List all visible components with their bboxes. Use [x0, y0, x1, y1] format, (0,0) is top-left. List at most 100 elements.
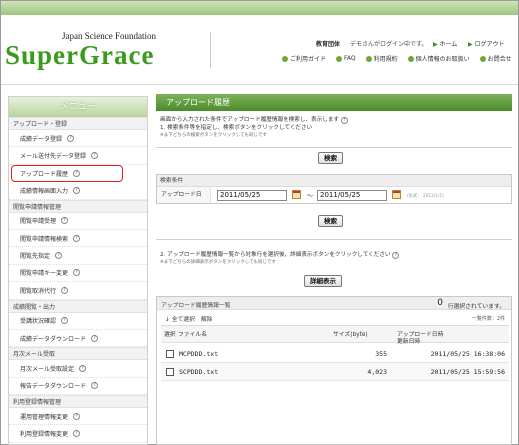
detail-button[interactable]: 詳細表示	[304, 275, 342, 287]
sidebar-item-report-download[interactable]: 報告データダウンロード?	[9, 378, 147, 396]
row-filename: SCPDDD.txt	[179, 368, 219, 376]
row-datetime: 2011/05/25 15:59:56	[430, 368, 505, 376]
col-select: 選択	[164, 332, 176, 338]
instructions-1: 画面から入力された条件でアップロード履歴情報を検索し、表示します ? 1. 検索…	[160, 116, 348, 140]
sidebar-item-request-key-change[interactable]: 閲覧申請キー変更?	[9, 265, 147, 283]
logo[interactable]: SuperGrace	[5, 40, 154, 71]
divider	[156, 147, 512, 148]
menu-title: メニュー	[9, 97, 147, 117]
sidebar-menu: メニュー アップロード・登録 成績データ登録? メール送付先データ登録? アップ…	[8, 96, 148, 445]
sidebar-item-label: 報告データダウンロード	[20, 383, 87, 391]
sidebar-item-mail-register[interactable]: メール送付先データ登録?	[9, 147, 147, 165]
help-icon[interactable]: ?	[392, 252, 400, 259]
sidebar-item-registration-change[interactable]: 利用登録情報変更?	[9, 425, 147, 443]
nav-faq[interactable]: FAQ	[336, 54, 356, 63]
help-icon[interactable]: ?	[91, 152, 99, 160]
section-upload: アップロード・登録	[9, 117, 147, 130]
help-icon[interactable]: ?	[340, 117, 348, 124]
help-icon[interactable]: ?	[73, 269, 81, 277]
nav-contact[interactable]: お問合せ	[479, 54, 512, 63]
sidebar-item-cancel-proxy[interactable]: 閲覧取消代行?	[9, 282, 147, 300]
sidebar-item-attendance[interactable]: 受講状況確認?	[9, 313, 147, 330]
sidebar-item-ops-change[interactable]: 運用管理情報変更?	[9, 408, 147, 426]
help-icon[interactable]: ?	[73, 234, 81, 242]
sidebar-item-viewer-assign[interactable]: 閲覧先指定?	[9, 247, 147, 265]
help-icon[interactable]: ?	[67, 134, 75, 142]
home-link[interactable]: ▶ ホーム	[433, 39, 457, 48]
list-title: アップロード履歴情報一覧	[161, 303, 231, 309]
user-label: 教育団体	[316, 41, 341, 48]
logout-link[interactable]: ▶ ログアウト	[468, 39, 505, 48]
nav-terms[interactable]: 利用規約	[365, 54, 398, 63]
help-icon[interactable]: ?	[61, 286, 69, 294]
section-registration: 利用登録情報管理	[9, 395, 147, 409]
header-divider	[210, 32, 211, 68]
table-header: 選択 ファイル名 サイズ(byte) アップロード日時 更新日時	[161, 325, 509, 345]
table-row[interactable]: SCPDDD.txt 4,023 2011/05/25 15:59:56	[161, 363, 509, 381]
sidebar-item-request-search[interactable]: 閲覧申請情報検索?	[9, 230, 147, 248]
nav-faq-label: FAQ	[344, 55, 356, 62]
upload-date-label: アップロード日	[157, 187, 211, 203]
sidebar-item-label: 閲覧申請受理	[20, 218, 57, 226]
sidebar-item-label: 成績データダウンロード	[20, 335, 87, 343]
down-arrow-icon: ↓	[165, 317, 170, 323]
login-status: デモさんがログイン中です。	[350, 41, 428, 48]
date-format-hint: (形式： 2012/1/1)	[407, 194, 444, 199]
select-all-link[interactable]: ↓ 全て選択	[165, 314, 195, 323]
help-icon[interactable]: ?	[91, 334, 99, 342]
help-icon[interactable]: ?	[73, 186, 81, 194]
sidebar-item-label: 運用管理情報変更	[20, 413, 69, 421]
bullet-icon	[282, 55, 288, 62]
calendar-icon[interactable]	[292, 190, 301, 199]
help-icon[interactable]: ?	[61, 217, 69, 225]
row-datetime: 2011/05/25 16:38:06	[430, 350, 505, 358]
instructions-2: 2. アップロード履歴情報一覧から対象行を選択後、詳細表示ボタンをクリックしてく…	[160, 251, 400, 267]
sidebar-item-request-accept[interactable]: 閲覧申請受理?	[9, 213, 147, 230]
help-icon[interactable]: ?	[55, 252, 63, 260]
help-icon[interactable]: ?	[73, 412, 81, 420]
page-title: アップロード履歴	[156, 94, 512, 111]
help-icon[interactable]: ?	[73, 430, 81, 438]
calendar-icon[interactable]	[392, 190, 401, 199]
bullet-icon	[365, 55, 372, 62]
table-row[interactable]: MCPDDD.txt 355 2011/05/25 16:38:06	[161, 345, 509, 363]
sidebar-item-label: 成績データ登録	[20, 135, 63, 143]
date-to-input[interactable]: 2011/05/25	[317, 190, 387, 201]
selected-count: 0	[437, 298, 443, 308]
row-checkbox[interactable]	[166, 368, 174, 376]
main-content: アップロード履歴 画面から入力された条件でアップロード履歴情報を検索し、表示しま…	[156, 94, 512, 287]
sidebar-item-label: 閲覧申請キー変更	[20, 270, 69, 278]
arrow-icon: ▶	[468, 41, 473, 48]
help-icon[interactable]: ?	[79, 364, 87, 372]
help-icon[interactable]: ?	[73, 169, 81, 177]
desc-line-3: 2. アップロード履歴情報一覧から対象行を選択後、詳細表示ボタンをクリックしてく…	[160, 252, 391, 258]
sidebar-item-upload-history[interactable]: アップロード履歴?	[11, 164, 123, 183]
top-banner	[1, 1, 518, 15]
col-filename: ファイル名	[178, 332, 207, 338]
desc-line-2: 1. 検索条件等を指定し、検索ボタンをクリックしてください	[160, 125, 313, 131]
nav-guide[interactable]: ご利用ガイド	[282, 54, 326, 63]
help-icon[interactable]: ?	[61, 317, 69, 325]
sidebar-item-monthly-settings[interactable]: 月次メール受取設定?	[9, 360, 147, 378]
date-from-input[interactable]: 2011/05/25	[217, 190, 287, 201]
sidebar-item-grade-input[interactable]: 成績情報画面入力?	[9, 182, 147, 200]
desc-note-2: ※ま下どちらの詳細表示ボタンをクリックしても同じです	[160, 260, 276, 265]
divider	[156, 239, 512, 240]
sidebar-item-grade-download[interactable]: 成績データダウンロード?	[9, 330, 147, 348]
search-button-2[interactable]: 検索	[318, 215, 343, 227]
row-checkbox[interactable]	[166, 350, 174, 358]
sidebar-item-label: 閲覧取消代行	[20, 287, 57, 295]
sidebar-item-label: メール送付先データ登録	[20, 153, 87, 161]
row-size: 4,023	[367, 368, 387, 376]
search-conditions: 検索条件 アップロード日 2011/05/25 ～ 2011/05/25 (形式…	[156, 174, 512, 204]
sidebar-item-grade-register[interactable]: 成績データ登録?	[9, 130, 147, 148]
nav-contact-label: お問合せ	[487, 56, 512, 63]
search-button[interactable]: 検索	[318, 152, 343, 164]
nav-privacy[interactable]: 個人情報のお取扱い	[407, 54, 470, 63]
sidebar-item-label: アップロード履歴	[20, 170, 69, 178]
help-icon[interactable]: ?	[91, 382, 99, 390]
bullet-icon	[336, 55, 343, 62]
sidebar-item-label: 月次メール受取設定	[20, 365, 75, 373]
clear-selection-link[interactable]: 解除	[201, 314, 213, 323]
row-filename: MCPDDD.txt	[179, 350, 219, 358]
